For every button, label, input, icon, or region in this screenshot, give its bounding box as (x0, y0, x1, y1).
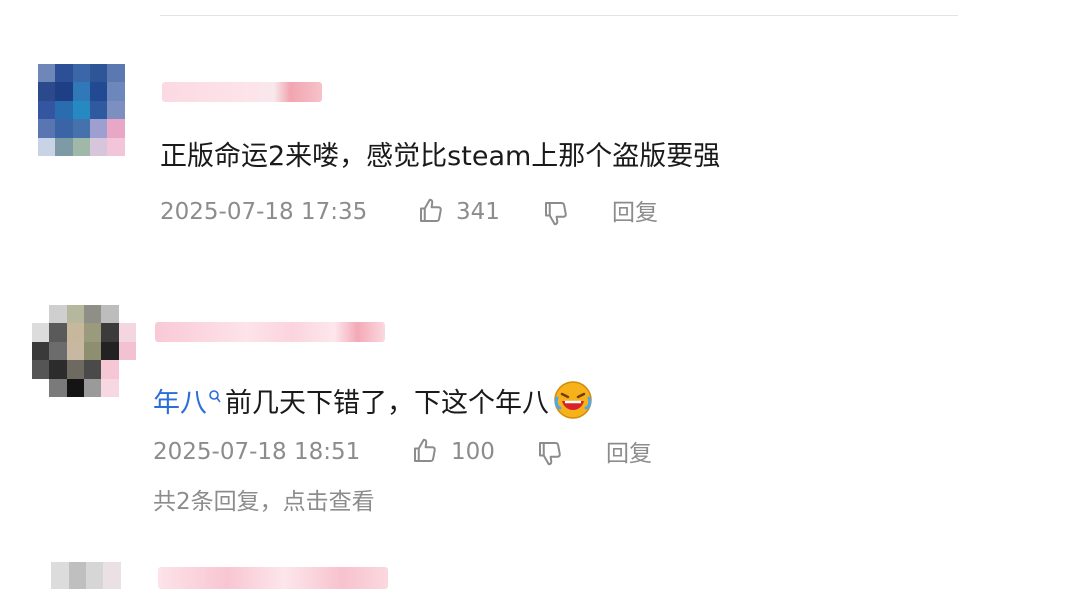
reply-button[interactable]: 回复 (606, 439, 652, 469)
username-blurred[interactable] (155, 322, 385, 342)
top-divider (160, 15, 958, 16)
avatar[interactable] (34, 562, 138, 589)
like-count: 341 (456, 199, 500, 225)
thumbs-up-icon[interactable] (410, 436, 440, 470)
avatar[interactable] (32, 305, 136, 397)
comment-text-with-mention: 年八 前几天下错了，下这个年八 (153, 380, 593, 429)
laughing-crying-emoji (553, 380, 593, 429)
thumbs-down-icon[interactable] (535, 438, 565, 472)
timestamp: 2025-07-18 18:51 (153, 439, 361, 465)
reply-button[interactable]: 回复 (612, 198, 658, 228)
thumbs-down-icon[interactable] (541, 198, 571, 232)
search-icon[interactable] (208, 380, 222, 414)
avatar[interactable] (38, 64, 142, 156)
username-blurred[interactable] (162, 82, 322, 102)
username-blurred[interactable] (158, 567, 388, 589)
comment-text: 正版命运2来喽，感觉比steam上那个盗版要强 (160, 141, 721, 172)
like-count: 100 (451, 439, 495, 465)
thumbs-up-icon[interactable] (416, 196, 446, 230)
view-replies-link[interactable]: 共2条回复，点击查看 (153, 487, 375, 517)
mention-link[interactable]: 年八 (153, 388, 207, 419)
comment-text: 前几天下错了，下这个年八 (225, 388, 549, 419)
timestamp: 2025-07-18 17:35 (160, 199, 368, 225)
